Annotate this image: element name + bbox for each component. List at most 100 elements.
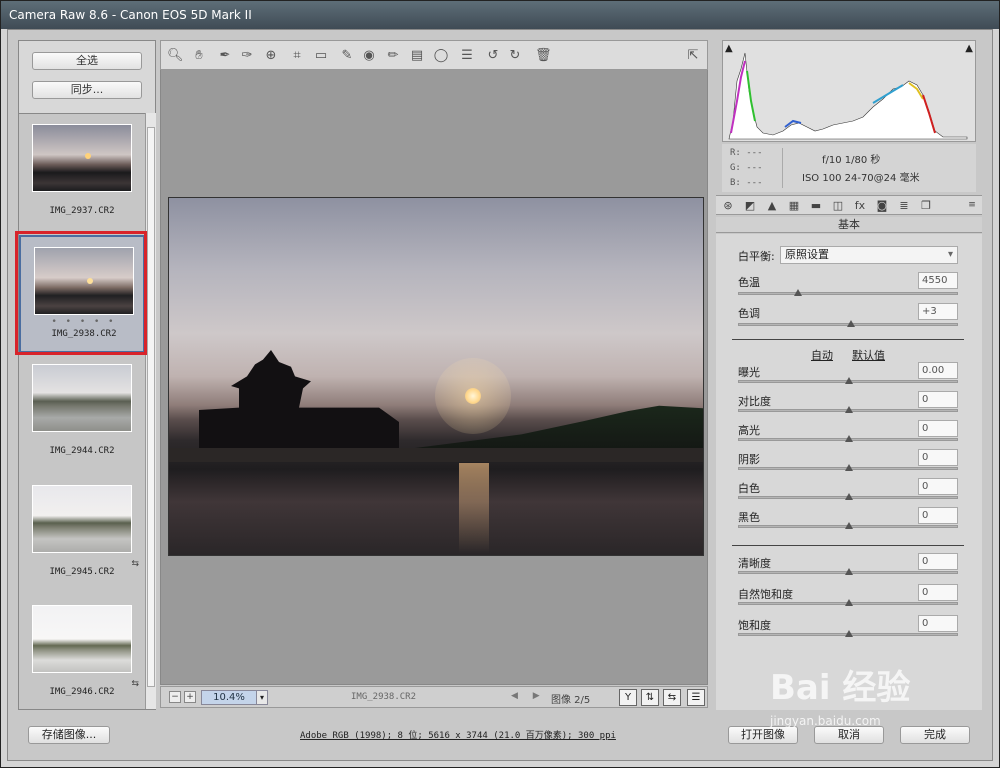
slider-label: 饱和度 bbox=[738, 619, 771, 632]
default-link[interactable]: 默认值 bbox=[852, 347, 885, 363]
slider-value-field[interactable]: 0 bbox=[918, 507, 958, 524]
adjustment-brush-icon[interactable]: ✏ bbox=[385, 48, 401, 64]
slider-value-field[interactable]: 0 bbox=[918, 391, 958, 408]
adjust-slider[interactable] bbox=[738, 493, 958, 500]
adjust-slider[interactable] bbox=[738, 568, 958, 575]
thumbnail-item[interactable]: IMG_2944.CR2 bbox=[19, 354, 145, 472]
adjust-slider[interactable] bbox=[738, 377, 958, 384]
swap-settings-icon[interactable]: ⇅ bbox=[641, 689, 659, 706]
slider-value-field[interactable]: 0 bbox=[918, 478, 958, 495]
white-balance-select[interactable]: 原照设置 bbox=[780, 246, 958, 264]
tab-hsl-icon[interactable]: ▦ bbox=[786, 198, 802, 213]
slider-value-field[interactable]: 0 bbox=[918, 615, 958, 632]
adjust-slider[interactable] bbox=[738, 406, 958, 413]
tab-presets-icon[interactable]: ≣ bbox=[896, 198, 912, 213]
basic-panel: 白平衡: 原照设置 色温 4550 色调 +3 自动 默认值 曝光 0.00 对比度… bbox=[716, 234, 982, 710]
thumbnail-item[interactable]: ⇆ IMG_2945.CR2 bbox=[19, 475, 145, 593]
thumbnail-name: IMG_2944.CR2 bbox=[49, 446, 115, 456]
before-after-icon[interactable]: Y bbox=[619, 689, 637, 706]
straighten-icon[interactable]: ▭ bbox=[313, 48, 329, 64]
zoom-icon[interactable]: 🔍︎ bbox=[167, 48, 184, 64]
tint-field[interactable]: +3 bbox=[918, 303, 958, 320]
save-image-button[interactable]: 存储图像... bbox=[28, 726, 110, 744]
slider-knob[interactable] bbox=[845, 522, 853, 529]
image-nav-arrows[interactable]: ◀ ▶ bbox=[511, 691, 546, 701]
hand-icon[interactable]: ✋︎ bbox=[191, 48, 207, 64]
thumbnail-item[interactable]: ⇆ IMG_2946.CR2 bbox=[19, 595, 145, 709]
zoom-dropdown[interactable]: ▾ bbox=[256, 690, 268, 705]
adjust-slider[interactable] bbox=[738, 522, 958, 529]
crop-icon[interactable]: ⌗ bbox=[289, 48, 305, 64]
slider-value-field[interactable]: 0.00 bbox=[918, 362, 958, 379]
tab-tone-curve-icon[interactable]: ◩ bbox=[742, 198, 758, 213]
panel-menu-icon[interactable]: ≡ bbox=[964, 198, 980, 213]
slider-knob[interactable] bbox=[845, 568, 853, 575]
window-title: Camera Raw 8.6 - Canon EOS 5D Mark II bbox=[9, 8, 252, 22]
histogram-graph bbox=[728, 52, 968, 140]
slider-knob[interactable] bbox=[845, 464, 853, 471]
tab-detail-icon[interactable]: ▲ bbox=[764, 198, 780, 213]
preview-status-bar: − + 10.4% ▾ IMG_2938.CR2 ◀ ▶ 图像 2/5 Y ⇅ … bbox=[160, 686, 708, 708]
targeted-adjust-icon[interactable]: ⊕ bbox=[263, 48, 279, 64]
slider-label: 黑色 bbox=[738, 511, 760, 524]
fullscreen-icon[interactable]: ⇱ bbox=[685, 48, 701, 64]
slider-value-field[interactable]: 0 bbox=[918, 420, 958, 437]
radial-filter-icon[interactable]: ◯ bbox=[433, 48, 449, 64]
sync-button[interactable]: 同步... bbox=[32, 81, 142, 99]
preview-preferences-icon[interactable]: ☰ bbox=[687, 689, 705, 706]
tab-split-toning-icon[interactable]: ▬ bbox=[808, 198, 824, 213]
adjust-slider[interactable] bbox=[738, 464, 958, 471]
temp-label: 色温 bbox=[738, 276, 760, 289]
slider-knob[interactable] bbox=[847, 320, 856, 327]
slider-value-field[interactable]: 0 bbox=[918, 584, 958, 601]
tab-snapshots-icon[interactable]: ❐ bbox=[918, 198, 934, 213]
graduated-filter-icon[interactable]: ▤ bbox=[409, 48, 425, 64]
tab-camera-calibration-icon[interactable]: ◙ bbox=[874, 198, 890, 213]
color-sampler-icon[interactable]: ✑ bbox=[239, 48, 255, 64]
select-all-button[interactable]: 全选 bbox=[32, 52, 142, 70]
auto-link[interactable]: 自动 bbox=[811, 347, 833, 363]
slider-knob[interactable] bbox=[845, 599, 853, 606]
scrollbar-thumb[interactable] bbox=[147, 127, 155, 687]
slider-knob[interactable] bbox=[845, 630, 853, 637]
adjust-slider[interactable] bbox=[738, 599, 958, 606]
slider-knob[interactable] bbox=[794, 289, 803, 296]
tab-lens-icon[interactable]: ◫ bbox=[830, 198, 846, 213]
adjustment-tabs: ⊛ ◩ ▲ ▦ ▬ ◫ fx ◙ ≣ ❐ ≡ bbox=[716, 195, 982, 215]
zoom-out-button[interactable]: − bbox=[169, 691, 181, 703]
slider-value-field[interactable]: 0 bbox=[918, 553, 958, 570]
thumbnail-image bbox=[32, 605, 132, 673]
rotate-left-icon[interactable]: ↺ bbox=[485, 48, 501, 64]
preview-image[interactable] bbox=[168, 197, 704, 556]
slider-label: 对比度 bbox=[738, 395, 771, 408]
zoom-in-button[interactable]: + bbox=[184, 691, 196, 703]
temp-slider[interactable] bbox=[738, 289, 958, 296]
temp-field[interactable]: 4550 bbox=[918, 272, 958, 289]
filmstrip-scrollbar[interactable] bbox=[145, 113, 156, 709]
slider-knob[interactable] bbox=[845, 406, 853, 413]
white-balance-icon[interactable]: ✒ bbox=[217, 48, 233, 64]
slider-knob[interactable] bbox=[845, 435, 853, 442]
slider-knob[interactable] bbox=[845, 377, 853, 384]
adjust-slider[interactable] bbox=[738, 630, 958, 637]
slider-value-field[interactable]: 0 bbox=[918, 449, 958, 466]
highlight-clipping-icon[interactable]: ▲ bbox=[965, 43, 973, 54]
workflow-options-link[interactable]: Adobe RGB (1998); 8 位; 5616 x 3744 (21.0… bbox=[300, 728, 616, 741]
tab-effects-icon[interactable]: fx bbox=[852, 198, 868, 213]
adjust-slider[interactable] bbox=[738, 435, 958, 442]
spot-removal-icon[interactable]: ✎ bbox=[339, 48, 355, 64]
watermark: Bai 经验 jingyan.baidu.com bbox=[770, 668, 911, 728]
rotate-right-icon[interactable]: ↻ bbox=[507, 48, 523, 64]
preferences-icon[interactable]: ☰ bbox=[459, 48, 475, 64]
slider-knob[interactable] bbox=[845, 493, 853, 500]
zoom-level[interactable]: 10.4% bbox=[201, 690, 257, 705]
tab-basic-icon[interactable]: ⊛ bbox=[720, 198, 736, 213]
red-eye-icon[interactable]: ◉ bbox=[361, 48, 377, 64]
info-panel: R: --- G: --- B: --- f/10 1/80 秒 ISO 100… bbox=[722, 144, 976, 192]
shadow-clipping-icon[interactable]: ▲ bbox=[725, 43, 733, 54]
tint-slider[interactable] bbox=[738, 320, 958, 327]
thumbnail-item[interactable]: IMG_2937.CR2 bbox=[19, 114, 145, 232]
white-balance-label: 白平衡: bbox=[738, 250, 775, 263]
copy-settings-icon[interactable]: ⇆ bbox=[663, 689, 681, 706]
trash-icon[interactable]: 🗑︎ bbox=[535, 48, 552, 64]
